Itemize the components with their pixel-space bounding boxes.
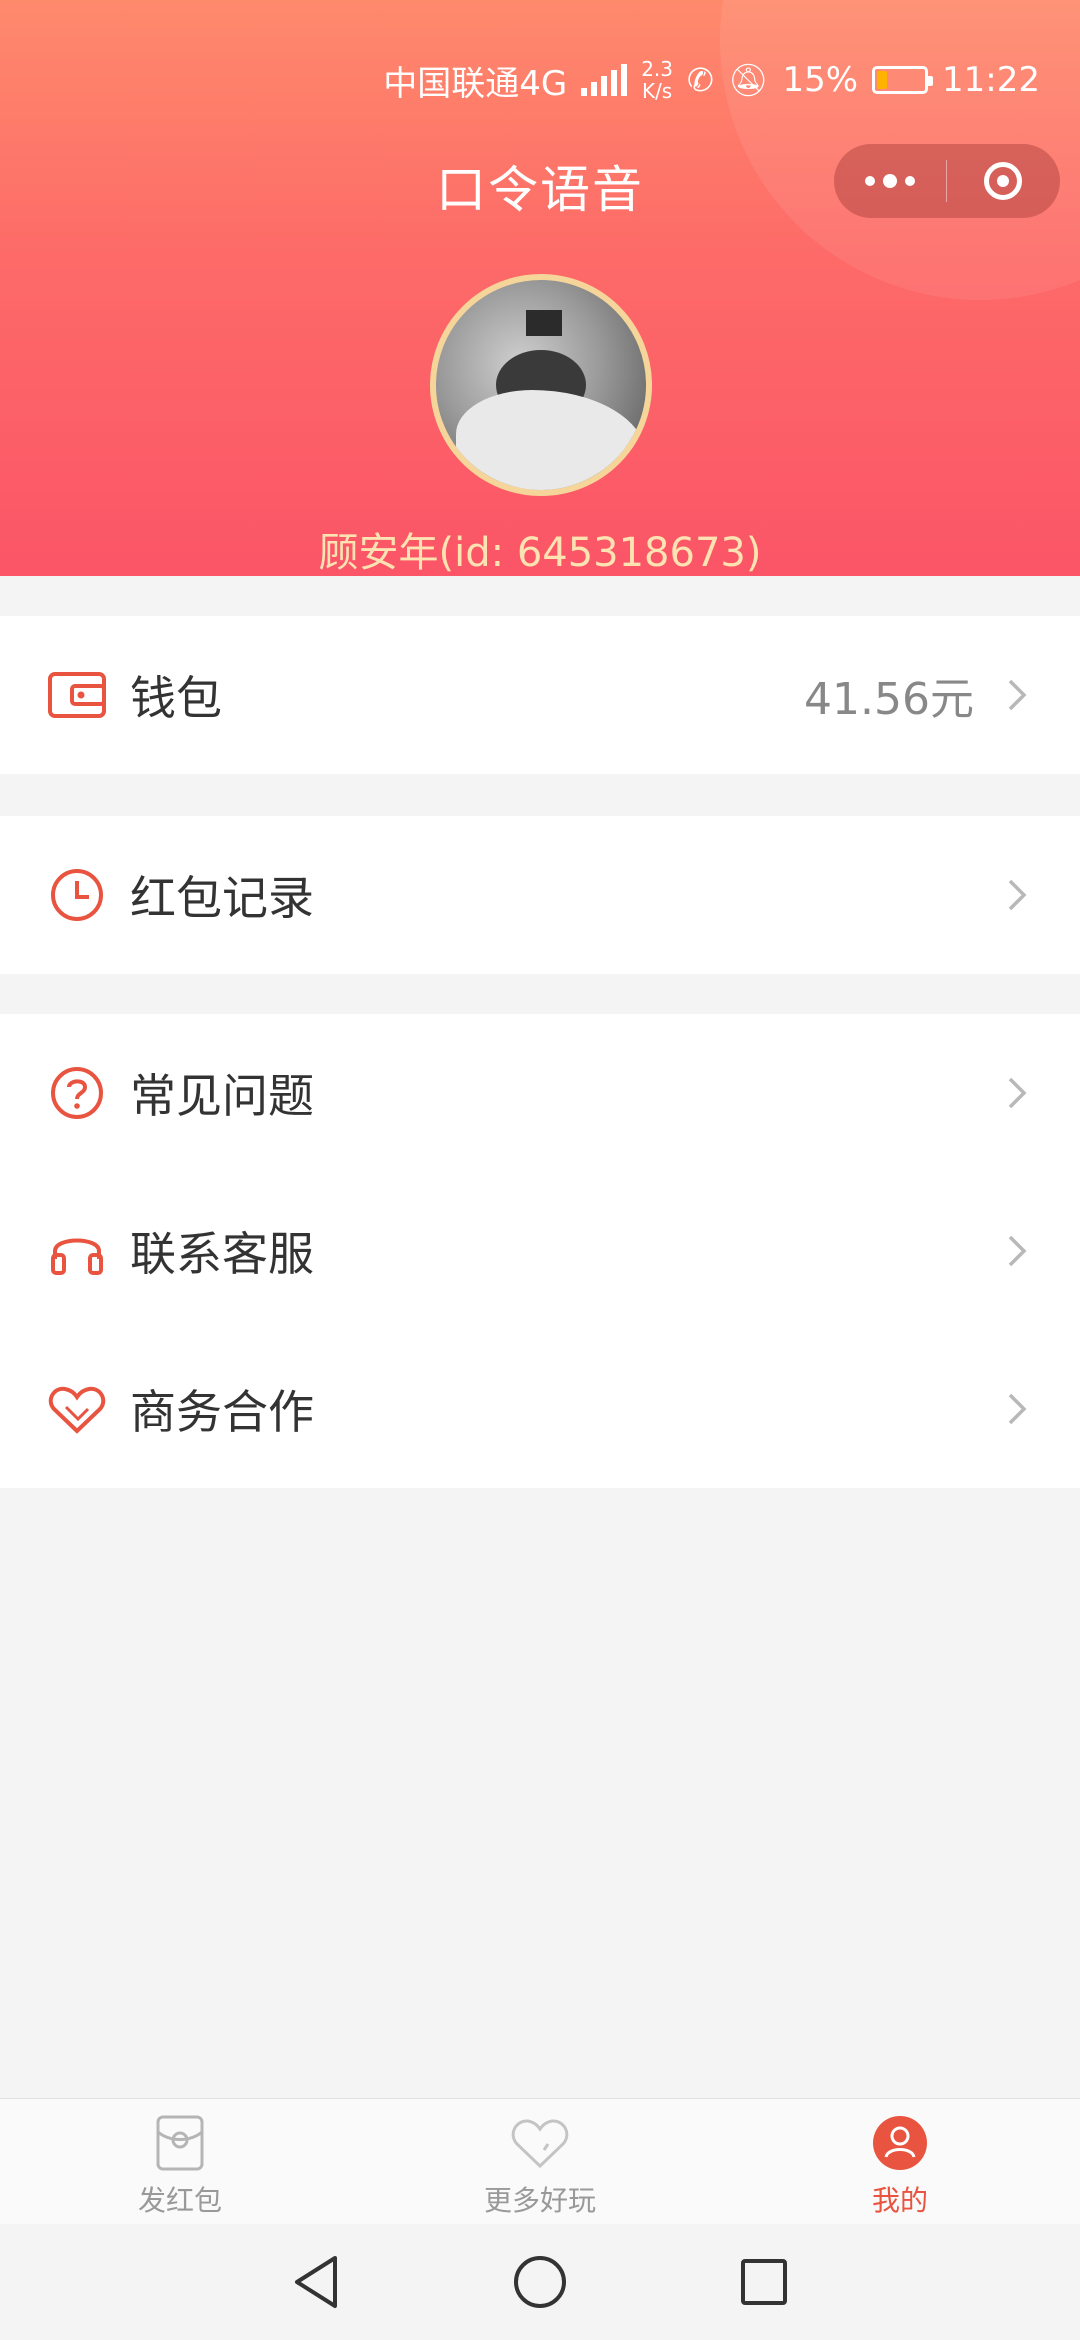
- handshake-heart-icon: [48, 1380, 106, 1438]
- tab-send-red-envelope[interactable]: 发红包: [0, 2099, 360, 2224]
- heart-outline-icon: [510, 2113, 570, 2173]
- avatar[interactable]: [430, 274, 652, 496]
- records-label: 红包记录: [130, 871, 314, 925]
- battery-icon: [872, 66, 934, 94]
- tab-mine[interactable]: 我的: [720, 2099, 1080, 2224]
- speed-unit: K/s: [641, 79, 673, 103]
- home-nav-button[interactable]: [508, 2250, 572, 2314]
- target-close-icon: [984, 162, 1022, 200]
- chevron-right-icon: [1002, 1077, 1032, 1109]
- carrier-label: 中国联通4G: [383, 63, 568, 104]
- faq-label: 常见问题: [130, 1069, 314, 1123]
- battery-percent: 15%: [782, 60, 859, 100]
- more-dots-icon: [865, 174, 915, 188]
- tab-label: 我的: [871, 2184, 928, 2217]
- faq-row[interactable]: 常见问题: [0, 1014, 1080, 1172]
- headphones-icon: [48, 1222, 106, 1280]
- red-envelope-icon: [150, 2113, 210, 2173]
- wallet-balance: 41.56元: [804, 674, 974, 725]
- tab-label: 发红包: [137, 2184, 222, 2217]
- business-label: 商务合作: [130, 1385, 314, 1439]
- mute-bell-icon: 🔕︎: [727, 61, 769, 99]
- chevron-right-icon: [1002, 679, 1032, 711]
- more-button[interactable]: [834, 144, 946, 218]
- phone-icon: ✆: [687, 61, 714, 99]
- user-name-id: 顾安年(id: 645318673): [318, 530, 762, 576]
- status-bar: 中国联通4G 2.3 K/s ✆ 🔕︎ 15% 11:22: [383, 50, 1040, 110]
- profile-header: 中国联通4G 2.3 K/s ✆ 🔕︎ 15% 11:22 口令语音 顾安年(i…: [0, 0, 1080, 576]
- system-nav-bar: [0, 2224, 1080, 2340]
- service-label: 联系客服: [130, 1227, 314, 1281]
- customer-service-row[interactable]: 联系客服: [0, 1172, 1080, 1330]
- recents-nav-button[interactable]: [732, 2250, 796, 2314]
- business-cooperation-row[interactable]: 商务合作: [0, 1330, 1080, 1488]
- bottom-tab-bar: 发红包 更多好玩 我的: [0, 2098, 1080, 2224]
- signal-icon: [581, 64, 628, 96]
- wallet-card: 钱包 41.56元: [0, 616, 1080, 774]
- chevron-right-icon: [1002, 1393, 1032, 1425]
- chevron-right-icon: [1002, 1235, 1032, 1267]
- back-nav-button[interactable]: [284, 2250, 348, 2314]
- wallet-row[interactable]: 钱包 41.56元: [0, 616, 1080, 774]
- help-card: 常见问题 联系客服 商务合作: [0, 1014, 1080, 1488]
- speed-value: 2.3: [641, 57, 673, 81]
- question-icon: [48, 1064, 106, 1122]
- chevron-right-icon: [1002, 879, 1032, 911]
- miniprogram-capsule: [834, 144, 1060, 218]
- clock-icon: [48, 866, 106, 924]
- red-envelope-records-row[interactable]: 红包记录: [0, 816, 1080, 974]
- wallet-label: 钱包: [130, 671, 222, 725]
- network-speed: 2.3 K/s: [641, 58, 673, 102]
- wallet-icon: [48, 666, 106, 724]
- close-miniprogram-button[interactable]: [947, 144, 1059, 218]
- clock: 11:22: [942, 60, 1040, 100]
- records-card: 红包记录: [0, 816, 1080, 974]
- tab-label: 更多好玩: [483, 2184, 596, 2217]
- user-icon: [870, 2113, 930, 2173]
- tab-more-fun[interactable]: 更多好玩: [360, 2099, 720, 2224]
